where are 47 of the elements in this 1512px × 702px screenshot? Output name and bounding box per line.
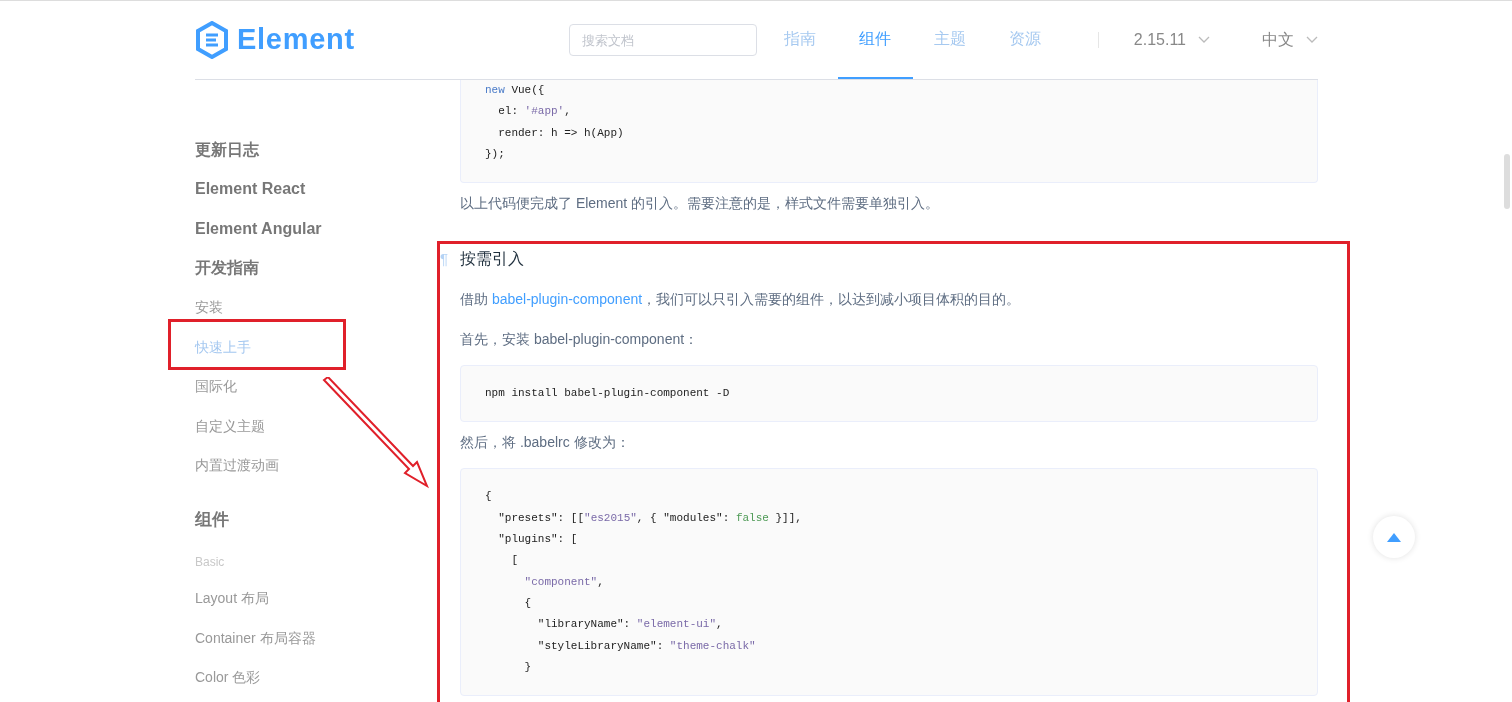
sidebar-item[interactable]: Container 布局容器 [195, 627, 316, 649]
paragraph: 然后，将 .babelrc 修改为： [460, 433, 630, 453]
sidebar-item[interactable]: 国际化 [195, 376, 237, 398]
code-line: } [523, 659, 532, 675]
sidebar-item[interactable]: 自定义主题 [195, 415, 265, 437]
code-line: "presets": [["es2015", { "modules": false }]], [497, 510, 802, 526]
section-heading: 按需引入 [460, 249, 524, 270]
sidebar-item[interactable]: Layout 布局 [195, 588, 269, 610]
back-to-top-button[interactable] [1373, 516, 1415, 558]
code-line: { [485, 489, 492, 505]
nav-tab[interactable]: 主题 [912, 1, 988, 79]
code-line: }); [485, 146, 505, 162]
sidebar-item: 组件 [195, 508, 229, 531]
code-line: "component", [523, 574, 604, 590]
code-line: "styleLibraryName": "theme-chalk" [536, 638, 756, 654]
scrollbar-thumb[interactable] [1504, 154, 1510, 209]
triangle-up-icon [1387, 532, 1401, 542]
nav-tab[interactable]: 指南 [762, 1, 838, 79]
code-line: "plugins": [ [497, 532, 578, 548]
sidebar-item[interactable]: 安装 [195, 297, 223, 319]
code-line: { [523, 595, 532, 611]
sidebar-item[interactable]: 内置过渡动画 [195, 455, 279, 477]
anchor-mark[interactable]: ¶ [440, 248, 449, 271]
sidebar-item: Element Angular [195, 218, 322, 239]
hexagon-logo-icon [195, 21, 229, 59]
code-line: "libraryName": "element-ui", [536, 617, 723, 633]
sidebar-item: 开发指南 [195, 258, 259, 279]
paragraph: 借助 babel-plugin-component，我们可以只引入需要的组件，以达到减小项目体积的目的。 [460, 290, 1021, 310]
code-line: new Vue({ [485, 83, 545, 98]
sidebar-item[interactable]: 快速上手 [195, 336, 251, 358]
language-dropdown[interactable]: 中文 [1262, 28, 1318, 52]
version-dropdown[interactable]: 2.15.11 [1133, 28, 1210, 52]
chevron-down-icon [1306, 36, 1318, 44]
paragraph: 以上代码便完成了 Element 的引入。需要注意的是，样式文件需要单独引入。 [460, 194, 940, 214]
paragraph: 首先，安装 babel-plugin-component： [460, 330, 699, 350]
plugin-link[interactable]: babel-plugin-component [491, 291, 643, 308]
code-line: [ [510, 553, 518, 569]
sidebar-item: Element React [195, 179, 306, 200]
code-line: el: '#app', [497, 104, 571, 120]
logo-text[interactable]: Element [237, 18, 355, 62]
search-field[interactable]: 搜索文档 [568, 24, 757, 56]
code-line: render: h => h(App) [497, 125, 624, 141]
code-line: npm install babel-plugin-component -D [485, 386, 730, 402]
nav-tab[interactable]: 资源 [987, 1, 1063, 79]
sidebar-item[interactable]: Color 色彩 [195, 667, 261, 689]
chevron-down-icon [1198, 36, 1210, 44]
sidebar-item: 更新日志 [195, 139, 259, 160]
